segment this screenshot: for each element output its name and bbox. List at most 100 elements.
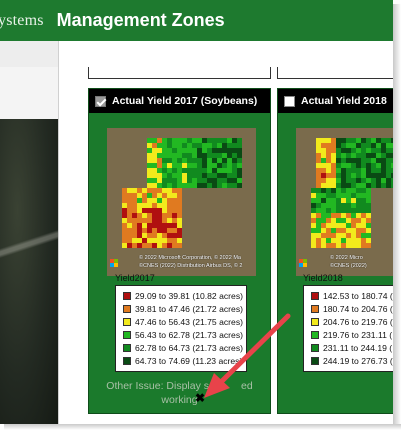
heatmap-cell	[177, 178, 182, 183]
heatmap-cell	[316, 218, 321, 223]
heatmap-cell	[311, 203, 316, 208]
heatmap-cell	[326, 243, 331, 248]
heatmap-cell	[346, 138, 351, 143]
card-header: Actual Yield 2018	[278, 89, 393, 113]
heatmap-cell	[172, 233, 177, 238]
heatmap-cell	[202, 168, 207, 173]
page-title: Management Zones	[56, 10, 225, 30]
heatmap-cell	[162, 223, 167, 228]
heatmap-cell	[356, 138, 361, 143]
close-icon[interactable]: ✖	[195, 392, 205, 404]
heatmap-cell	[182, 183, 187, 188]
heatmap-cell	[197, 148, 202, 153]
heatmap-cell	[351, 138, 356, 143]
heatmap-cell	[386, 178, 391, 183]
heatmap-cell	[331, 153, 336, 158]
heatmap-cell	[197, 138, 202, 143]
heatmap-cell	[157, 223, 162, 228]
heatmap-cell	[182, 173, 187, 178]
heatmap-cell	[346, 188, 351, 193]
heatmap-cell	[152, 168, 157, 173]
issue-text-tail: ed	[241, 380, 253, 392]
heatmap-cell	[147, 243, 152, 248]
heatmap-cell	[311, 223, 316, 228]
aerial-imagery[interactable]	[0, 119, 58, 424]
heatmap-cell	[122, 193, 127, 198]
heatmap-cell	[162, 173, 167, 178]
heatmap-cell	[177, 193, 182, 198]
heatmap-cell	[162, 183, 167, 188]
heatmap-cell	[187, 143, 192, 148]
heatmap-cell	[237, 173, 242, 178]
heatmap-cell	[336, 193, 341, 198]
heatmap-cell	[361, 178, 366, 183]
yield-map-2017[interactable]: © 2022 Microsoft Corporation, © 2022 Ma …	[107, 128, 256, 276]
heatmap-cell	[202, 163, 207, 168]
heatmap-cell	[371, 178, 376, 183]
heatmap-cell	[152, 193, 157, 198]
heatmap-cell	[361, 198, 366, 203]
heatmap-cell	[351, 198, 356, 203]
heatmap-cell	[336, 178, 341, 183]
heatmap-cell	[147, 168, 152, 173]
yield-map-2018[interactable]: © 2022 Micro ©CNES (2022)	[296, 128, 393, 276]
heatmap-cell	[177, 208, 182, 213]
legend-swatch	[311, 331, 319, 339]
heatmap-cell	[187, 138, 192, 143]
heatmap-cell	[356, 163, 361, 168]
heatmap-cell	[341, 143, 346, 148]
heatmap-cell	[366, 153, 371, 158]
heatmap-cell	[316, 163, 321, 168]
issue-message: Other Issue: Display s ed working	[89, 379, 270, 407]
heatmap-cell	[172, 243, 177, 248]
heatmap-cell	[341, 243, 346, 248]
heatmap-cell	[122, 233, 127, 238]
heatmap-cell	[326, 218, 331, 223]
heatmap-cell	[356, 158, 361, 163]
heatmap-cell	[127, 188, 132, 193]
heatmap-cell	[351, 228, 356, 233]
heatmap-cell	[142, 193, 147, 198]
heatmap-cell	[341, 213, 346, 218]
card-select-checkbox[interactable]	[284, 95, 295, 107]
brand-name[interactable]: ystems	[0, 12, 44, 30]
legend-item: 219.76 to 231.11 (	[311, 330, 392, 340]
heatmap-cell	[157, 188, 162, 193]
heatmap-cell	[361, 213, 366, 218]
heatmap-cell	[152, 178, 157, 183]
card-select-checkbox[interactable]	[95, 95, 106, 107]
heatmap-cell	[311, 228, 316, 233]
heatmap-cell	[152, 163, 157, 168]
heatmap-cell	[316, 188, 321, 193]
heatmap-cell	[182, 138, 187, 143]
heatmap-cell	[326, 183, 331, 188]
heatmap-cell	[127, 193, 132, 198]
heatmap-cell	[217, 168, 222, 173]
heatmap-cell	[157, 183, 162, 188]
heatmap-cell	[162, 228, 167, 233]
heatmap-cell	[386, 153, 391, 158]
heatmap-cell	[132, 198, 137, 203]
heatmap-cell	[341, 198, 346, 203]
heatmap-cell	[341, 163, 346, 168]
heatmap-cell	[321, 158, 326, 163]
heatmap-cell	[152, 238, 157, 243]
heatmap-cell	[316, 158, 321, 163]
heatmap-cell	[147, 138, 152, 143]
heatmap-cell	[207, 168, 212, 173]
heatmap-cell	[351, 153, 356, 158]
heatmap-cell	[316, 208, 321, 213]
heatmap-cell	[336, 183, 341, 188]
heatmap-cell	[361, 148, 366, 153]
heatmap-cell	[167, 218, 172, 223]
heatmap-cell	[217, 143, 222, 148]
map-attribution: © 2022 Micro	[330, 255, 363, 261]
heatmap-cell	[331, 208, 336, 213]
heatmap-cell	[321, 238, 326, 243]
heatmap-cell	[311, 198, 316, 203]
heatmap-cell	[311, 233, 316, 238]
heatmap-cell	[341, 208, 346, 213]
heatmap-cell	[371, 163, 376, 168]
heatmap-cell	[207, 158, 212, 163]
heatmap-cell	[162, 143, 167, 148]
